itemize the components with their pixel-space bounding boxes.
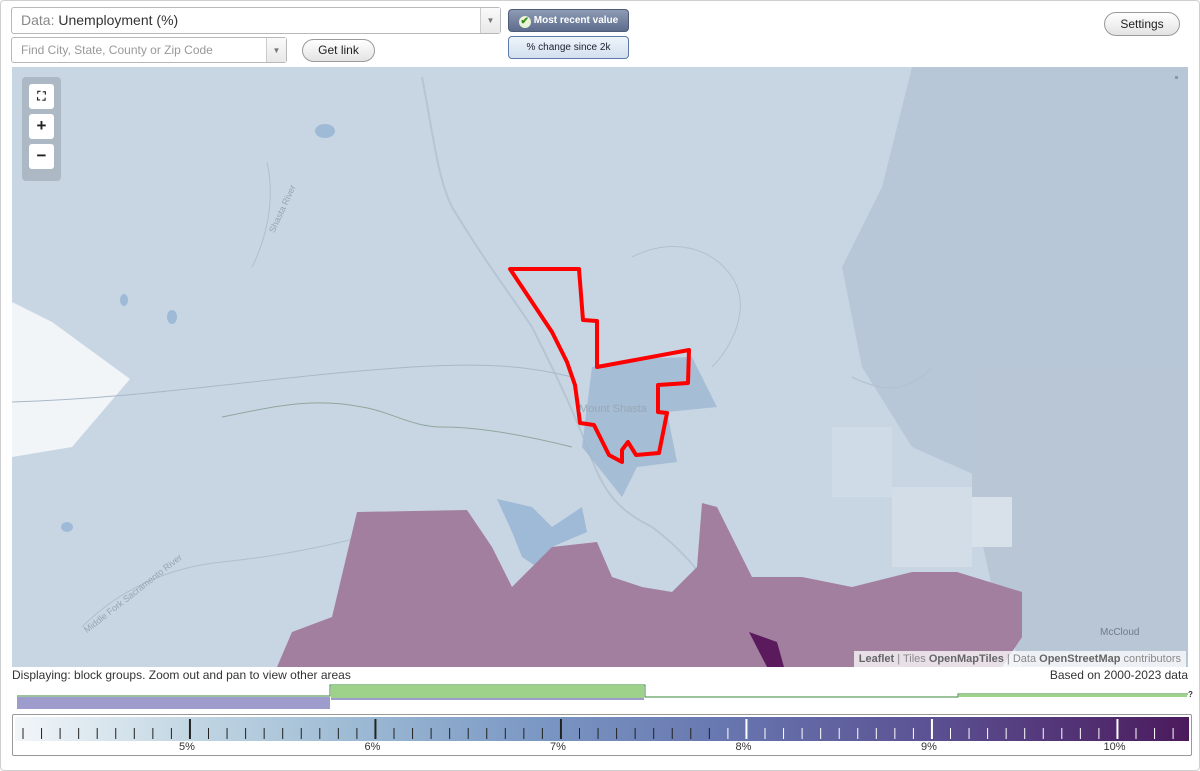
percent-change-toggle[interactable]: % change since 2k [508, 36, 629, 59]
checkmark-icon: ✔ [518, 16, 531, 28]
search-placeholder: Find City, State, County or Zip Code [21, 43, 213, 57]
map-block [972, 497, 1012, 547]
histogram-bar-green [959, 694, 1187, 697]
legend-tick-label: 10% [1103, 741, 1126, 753]
search-input[interactable]: Find City, State, County or Zip Code ▼ [11, 37, 287, 63]
displaying-text: Displaying: block groups. Zoom out and p… [12, 668, 351, 682]
legend-tick-label: 8% [735, 741, 752, 753]
legend-ticks [22, 719, 1174, 739]
based-on-text: Based on 2000-2023 data [1049, 668, 1188, 682]
legend-gradient [15, 717, 1189, 741]
zoom-control: ⛶ + − [22, 77, 61, 181]
color-legend: 5% 6% 7% 8% 9% 10% [12, 714, 1192, 756]
leaflet-link[interactable]: Leaflet [859, 653, 894, 665]
most-recent-label: Most recent value [533, 15, 619, 26]
map-block [832, 427, 892, 497]
legend-tick-label: 9% [921, 741, 937, 753]
map-canvas [12, 67, 1188, 667]
map-lake [61, 522, 73, 532]
map-lake [167, 310, 177, 324]
openstreetmap-link[interactable]: OpenStreetMap [1039, 653, 1120, 665]
data-label: Data [1012, 653, 1037, 665]
map-lake [315, 124, 335, 138]
map[interactable]: Mount Shasta McCloud Shasta River Middle… [12, 67, 1188, 667]
map-block [892, 487, 972, 567]
tiles-label: Tiles [902, 653, 926, 665]
chevron-down-icon[interactable]: ▼ [480, 8, 500, 33]
histogram-help-icon[interactable]: ? [1188, 690, 1193, 699]
get-link-button[interactable]: Get link [302, 39, 375, 62]
histogram-bar-purple [17, 697, 330, 709]
attribution-sep: | [1006, 653, 1010, 665]
map-river [251, 161, 271, 268]
data-select-value: Unemployment (%) [58, 12, 179, 28]
contributors-label: contributors [1123, 653, 1181, 665]
openmaptiles-link[interactable]: OpenMapTiles [929, 653, 1004, 665]
map-attribution: Leaflet | Tiles OpenMapTiles | Data Open… [853, 651, 1186, 667]
legend-tick-label: 6% [364, 741, 381, 753]
city-label: Mount Shasta [579, 403, 647, 415]
attribution-sep: | [897, 653, 901, 665]
zoom-in-button[interactable]: + [29, 114, 54, 139]
search-dropdown-icon[interactable]: ▼ [266, 38, 286, 62]
map-city-blockgroup [582, 357, 717, 497]
map-lake [120, 294, 128, 306]
legend-tick-label: 7% [550, 741, 566, 753]
zoom-out-button[interactable]: − [29, 144, 54, 169]
map-river [221, 402, 573, 448]
mccloud-label: McCloud [1100, 627, 1140, 638]
histogram-bar-purple [331, 698, 644, 700]
histogram-bar-green [331, 685, 644, 698]
settings-button[interactable]: Settings [1104, 12, 1180, 36]
most-recent-toggle[interactable]: ✔ Most recent value [508, 9, 629, 32]
data-select[interactable]: Data: Unemployment (%) ▼ [11, 7, 501, 34]
map-area-light [12, 302, 130, 457]
legend-tick-label: 5% [179, 741, 195, 753]
fullscreen-icon[interactable]: ⛶ [29, 84, 54, 109]
histogram [17, 684, 1188, 709]
map-dot [1175, 76, 1178, 79]
map-river [81, 536, 363, 628]
data-select-prefix: Data: [21, 12, 55, 28]
